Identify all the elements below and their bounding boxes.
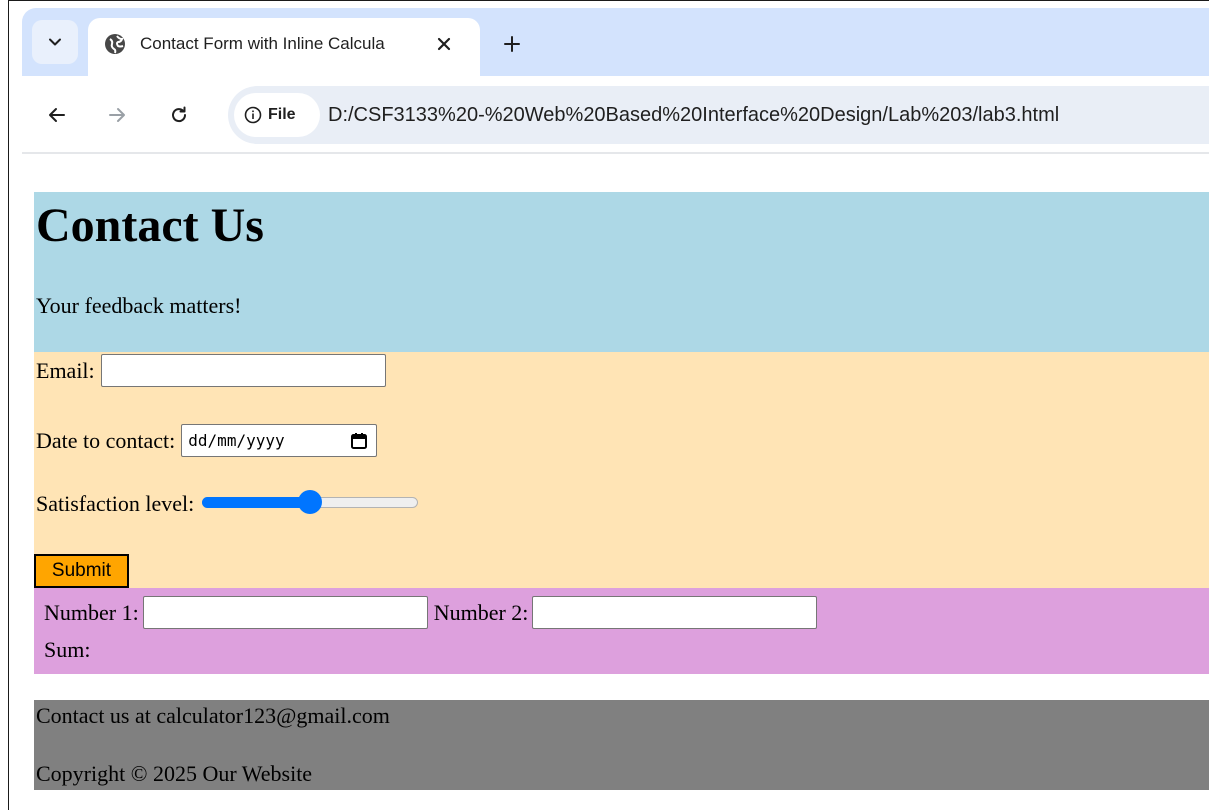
page-title: Contact Us [36,199,264,252]
footer-section: Contact us at calculator123@gmail.com Co… [34,700,1209,790]
email-row: Email: [36,354,386,387]
arrow-right-icon [109,108,125,122]
footer-copyright-text: Copyright © 2025 Our Website [36,761,313,786]
number2-field[interactable] [532,596,818,629]
number1-label: Number 1: [44,599,139,625]
new-tab-button[interactable] [498,30,526,58]
address-bar[interactable]: File D:/CSF3133%20-%20Web%20Based%20Inte… [228,86,1209,144]
back-button[interactable] [42,100,72,130]
browser-toolbar: File D:/CSF3133%20-%20Web%20Based%20Inte… [22,76,1209,154]
frame-border-left [8,0,9,810]
tab-title-fade [388,28,428,58]
submit-button[interactable]: Submit [34,554,129,588]
plus-icon [504,36,520,52]
calendar-icon[interactable] [350,432,368,450]
sum-label: Sum: [44,637,91,662]
contact-form: Email: Date to contact: dd/mm/yyyy Satis… [34,352,1209,588]
site-info-chip[interactable]: File [234,93,320,137]
url-scheme-label: File [268,106,296,123]
tab-title: Contact Form with Inline Calcula [140,34,385,53]
globe-icon [105,34,125,54]
chevron-down-icon [49,38,61,46]
slider-fill [202,497,311,508]
date-placeholder: dd/mm/yyyy [188,430,285,450]
close-icon [437,37,451,51]
reload-icon [172,106,187,123]
frame-border-top [8,0,1209,1]
forward-button[interactable] [102,100,132,130]
page-content: Contact Us Your feedback matters! Email:… [34,154,1209,810]
info-icon [244,106,262,124]
tab-search-button[interactable] [32,20,78,64]
reload-button[interactable] [164,100,194,130]
calculator-section: Number 1: Number 2: Sum: [34,588,1209,674]
url-text[interactable]: D:/CSF3133%20-%20Web%20Based%20Interface… [328,102,1059,128]
email-field[interactable] [100,354,386,387]
tab-close-button[interactable] [430,30,458,58]
date-field[interactable]: dd/mm/yyyy [181,424,378,457]
number2-label: Number 2: [433,599,529,625]
date-row: Date to contact: dd/mm/yyyy [36,424,378,457]
slider-thumb[interactable] [298,490,323,514]
satisfaction-label: Satisfaction level: [36,491,195,516]
number1-field[interactable] [142,596,428,629]
arrow-left-icon [49,108,65,122]
sum-row: Sum: [44,636,90,664]
satisfaction-row: Satisfaction level: [36,490,422,518]
header-section: Contact Us Your feedback matters! [34,192,1209,352]
email-label: Email: [36,357,95,383]
satisfaction-slider[interactable] [202,490,422,518]
page-subtitle: Your feedback matters! [36,293,242,318]
footer-contact-text: Contact us at calculator123@gmail.com [36,703,390,728]
active-tab[interactable]: Contact Form with Inline Calcula [88,18,480,76]
date-label: Date to contact: [36,427,176,453]
browser-tab-strip: Contact Form with Inline Calcula [22,8,1209,76]
calculator-inputs-row: Number 1: Number 2: [44,596,823,629]
